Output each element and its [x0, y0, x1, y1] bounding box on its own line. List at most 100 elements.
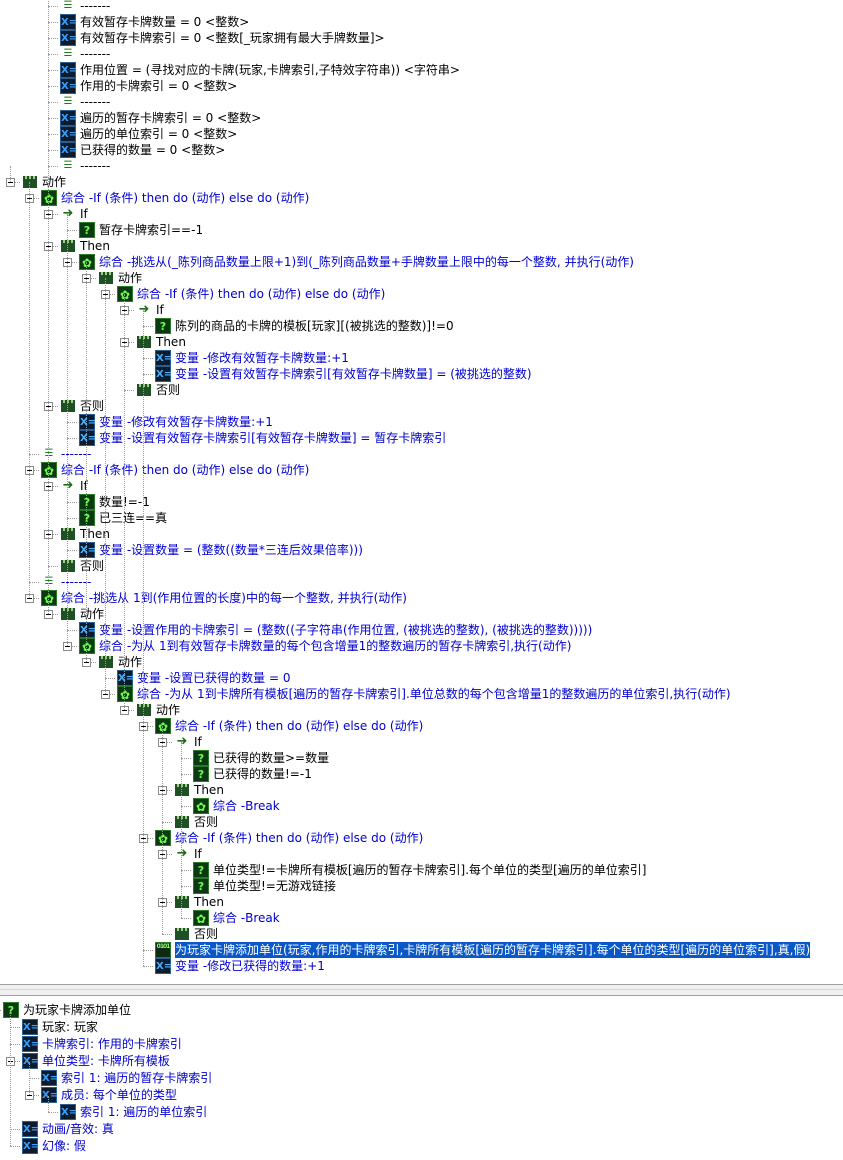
- tree-row[interactable]: 0101 为玩家卡牌添加单位(玩家,作用的卡牌索引,卡牌所有模板[遍历的暂存卡牌索…: [0, 942, 843, 958]
- tree-row[interactable]: ➜ If: [0, 734, 843, 750]
- tree-row[interactable]: 动作: [0, 174, 843, 190]
- tree-row[interactable]: X= 有效暂存卡牌索引 = 0 <整数[_玩家拥有最大手牌数量]>: [0, 30, 843, 46]
- tree-row[interactable]: X= 幻像: 假: [0, 1138, 843, 1154]
- tree-guide-line: [48, 86, 58, 87]
- tree-row[interactable]: X= 变量 -修改已获得的数量:+1: [0, 958, 843, 974]
- tree-row[interactable]: X= 玩家: 玩家: [0, 1019, 843, 1035]
- tree-row[interactable]: X= 变量 -设置已获得的数量 = 0: [0, 670, 843, 686]
- tree-row[interactable]: ✿ 综合 -Break: [0, 798, 843, 814]
- tree-guide-line: [48, 1112, 58, 1113]
- tree-row[interactable]: ☰ -------: [0, 0, 843, 14]
- separator-icon: ☰: [44, 448, 54, 459]
- tree-row[interactable]: 动作: [0, 270, 843, 286]
- tree-row[interactable]: X= 遍历的暂存卡牌索引 = 0 <整数>: [0, 110, 843, 126]
- tree-row[interactable]: ✿ 综合 -If (条件) then do (动作) else do (动作): [0, 190, 843, 206]
- tree-row-label: 为玩家卡牌添加单位: [23, 1003, 132, 1017]
- parameter-icon: X=: [22, 1019, 39, 1035]
- tree-row[interactable]: ☰ -------: [0, 46, 843, 62]
- trigger-action-tree[interactable]: ☰ ------- X= 有效暂存卡牌数量 = 0 <整数> X= 有效暂存卡牌索引 = …: [0, 0, 843, 984]
- tree-row-label: 单位类型: 卡牌所有模板: [42, 1054, 170, 1068]
- tree-row[interactable]: ? 为玩家卡牌添加单位: [0, 1002, 843, 1018]
- tree-row[interactable]: X= 变量 -设置有效暂存卡牌索引[有效暂存卡牌数量] = 暂存卡牌索引: [0, 430, 843, 446]
- tree-guide-line: [67, 630, 77, 631]
- tree-row[interactable]: ? 已获得的数量>=数量: [0, 750, 843, 766]
- variable-icon: X=: [60, 30, 77, 46]
- tree-row[interactable]: X= 变量 -设置有效暂存卡牌索引[有效暂存卡牌数量] = (被挑选的整数): [0, 366, 843, 382]
- tree-row[interactable]: Then: [0, 526, 843, 542]
- tree-row[interactable]: ✿ 综合 -If (条件) then do (动作) else do (动作): [0, 286, 843, 302]
- tree-row[interactable]: ✿ 综合 -If (条件) then do (动作) else do (动作): [0, 830, 843, 846]
- composite-icon: ✿: [155, 830, 171, 846]
- tree-row[interactable]: ✿ 综合 -挑选从(_陈列商品数量上限+1)到(_陈列商品数量+手牌数量上限中的每…: [0, 254, 843, 270]
- tree-row[interactable]: 否则: [0, 398, 843, 414]
- tree-row[interactable]: ? 暂存卡牌索引==-1: [0, 222, 843, 238]
- tree-row[interactable]: ? 已三连==真: [0, 510, 843, 526]
- tree-row[interactable]: ✿ 综合 -挑选从 1到(作用位置的长度)中的每一个整数, 并执行(动作): [0, 590, 843, 606]
- tree-row[interactable]: ? 已获得的数量!=-1: [0, 766, 843, 782]
- tree-row[interactable]: 动作: [0, 654, 843, 670]
- tree-row[interactable]: Then: [0, 894, 843, 910]
- tree-row-label: 动作: [42, 175, 67, 189]
- tree-row[interactable]: 动作: [0, 702, 843, 718]
- tree-guide-line: [29, 454, 39, 455]
- tree-row[interactable]: X= 单位类型: 卡牌所有模板: [0, 1053, 843, 1069]
- tree-row[interactable]: ☰ -------: [0, 94, 843, 110]
- tree-row[interactable]: Then: [0, 334, 843, 350]
- composite-icon: ✿: [193, 798, 209, 814]
- tree-row[interactable]: ? 数量!=-1: [0, 494, 843, 510]
- tree-guide-line: [10, 1146, 20, 1147]
- tree-row[interactable]: ➜ If: [0, 206, 843, 222]
- tree-row[interactable]: ? 单位类型!=卡牌所有模板[遍历的暂存卡牌索引].每个单位的类型[遍历的单位索引…: [0, 862, 843, 878]
- tree-row[interactable]: X= 变量 -设置数量 = (整数((数量*三连后效果倍率))): [0, 542, 843, 558]
- tree-row[interactable]: X= 已获得的数量 = 0 <整数>: [0, 142, 843, 158]
- if-arrow-icon: ➜: [62, 206, 74, 221]
- tree-guide-line: [29, 1078, 39, 1079]
- parameter-tree[interactable]: ? 为玩家卡牌添加单位 X= 玩家: 玩家 X= 卡牌索引: 作用的卡牌索引 X= 单位类型:…: [0, 996, 843, 1160]
- set-variable-icon: X=: [79, 622, 96, 638]
- tree-row[interactable]: X= 动画/音效: 真: [0, 1121, 843, 1137]
- tree-guide-line: [48, 1096, 49, 1112]
- tree-row[interactable]: ✿ 综合 -Break: [0, 910, 843, 926]
- tree-row[interactable]: Then: [0, 782, 843, 798]
- tree-row-label: 已获得的数量>=数量: [213, 751, 330, 765]
- tree-row[interactable]: 动作: [0, 606, 843, 622]
- tree-guide-line: [48, 566, 58, 567]
- tree-row-label: -------: [80, 47, 111, 61]
- tree-row[interactable]: X= 遍历的单位索引 = 0 <整数>: [0, 126, 843, 142]
- tree-row[interactable]: ? 单位类型!=无游戏链接: [0, 878, 843, 894]
- tree-row[interactable]: ☰ -------: [0, 158, 843, 174]
- tree-row[interactable]: X= 有效暂存卡牌数量 = 0 <整数>: [0, 14, 843, 30]
- tree-row-label: 综合 -If (条件) then do (动作) else do (动作): [175, 719, 424, 733]
- tree-row[interactable]: ➜ If: [0, 846, 843, 862]
- tree-row[interactable]: 否则: [0, 814, 843, 830]
- tree-row[interactable]: X= 作用的卡牌索引 = 0 <整数>: [0, 78, 843, 94]
- tree-row[interactable]: 否则: [0, 926, 843, 942]
- tree-row[interactable]: X= 成员: 每个单位的类型: [0, 1087, 843, 1103]
- tree-row[interactable]: X= 索引 1: 遍历的单位索引: [0, 1104, 843, 1120]
- tree-row[interactable]: ✿ 综合 -为从 1到有效暂存卡牌数量的每个包含增量1的整数遍历的暂存卡牌索引,执…: [0, 638, 843, 654]
- composite-icon: ✿: [117, 686, 133, 702]
- actions-icon: [174, 894, 190, 910]
- tree-row[interactable]: ✿ 综合 -If (条件) then do (动作) else do (动作): [0, 718, 843, 734]
- tree-row[interactable]: Then: [0, 238, 843, 254]
- tree-row[interactable]: ☰ -------: [0, 446, 843, 462]
- tree-row[interactable]: X= 卡牌索引: 作用的卡牌索引: [0, 1036, 843, 1052]
- tree-row[interactable]: X= 变量 -设置作用的卡牌索引 = (整数((子字符串(作用位置, (被挑选的整…: [0, 622, 843, 638]
- tree-row[interactable]: ➜ If: [0, 478, 843, 494]
- tree-row-label: 综合 -If (条件) then do (动作) else do (动作): [61, 463, 310, 477]
- tree-row[interactable]: ➜ If: [0, 302, 843, 318]
- tree-row[interactable]: X= 变量 -修改有效暂存卡牌数量:+1: [0, 414, 843, 430]
- tree-guide-line: [48, 150, 58, 151]
- tree-row[interactable]: 否则: [0, 382, 843, 398]
- pane-splitter[interactable]: [0, 984, 843, 996]
- tree-row[interactable]: X= 索引 1: 遍历的暂存卡牌索引: [0, 1070, 843, 1086]
- tree-row[interactable]: ✿ 综合 -If (条件) then do (动作) else do (动作): [0, 462, 843, 478]
- tree-row-label: 综合 -挑选从 1到(作用位置的长度)中的每一个整数, 并执行(动作): [61, 591, 407, 605]
- tree-row[interactable]: 否则: [0, 558, 843, 574]
- tree-row[interactable]: ? 陈列的商品的卡牌的模板[玩家][(被挑选的整数)]!=0: [0, 318, 843, 334]
- tree-row[interactable]: ☰ -------: [0, 574, 843, 590]
- tree-row-label: Then: [80, 239, 110, 253]
- tree-row[interactable]: X= 变量 -修改有效暂存卡牌数量:+1: [0, 350, 843, 366]
- tree-row[interactable]: X= 作用位置 = (寻找对应的卡牌(玩家,卡牌索引,子特效字符串)) <字符串>: [0, 62, 843, 78]
- tree-row[interactable]: ✿ 综合 -为从 1到卡牌所有模板[遍历的暂存卡牌索引].单位总数的每个包含增量1…: [0, 686, 843, 702]
